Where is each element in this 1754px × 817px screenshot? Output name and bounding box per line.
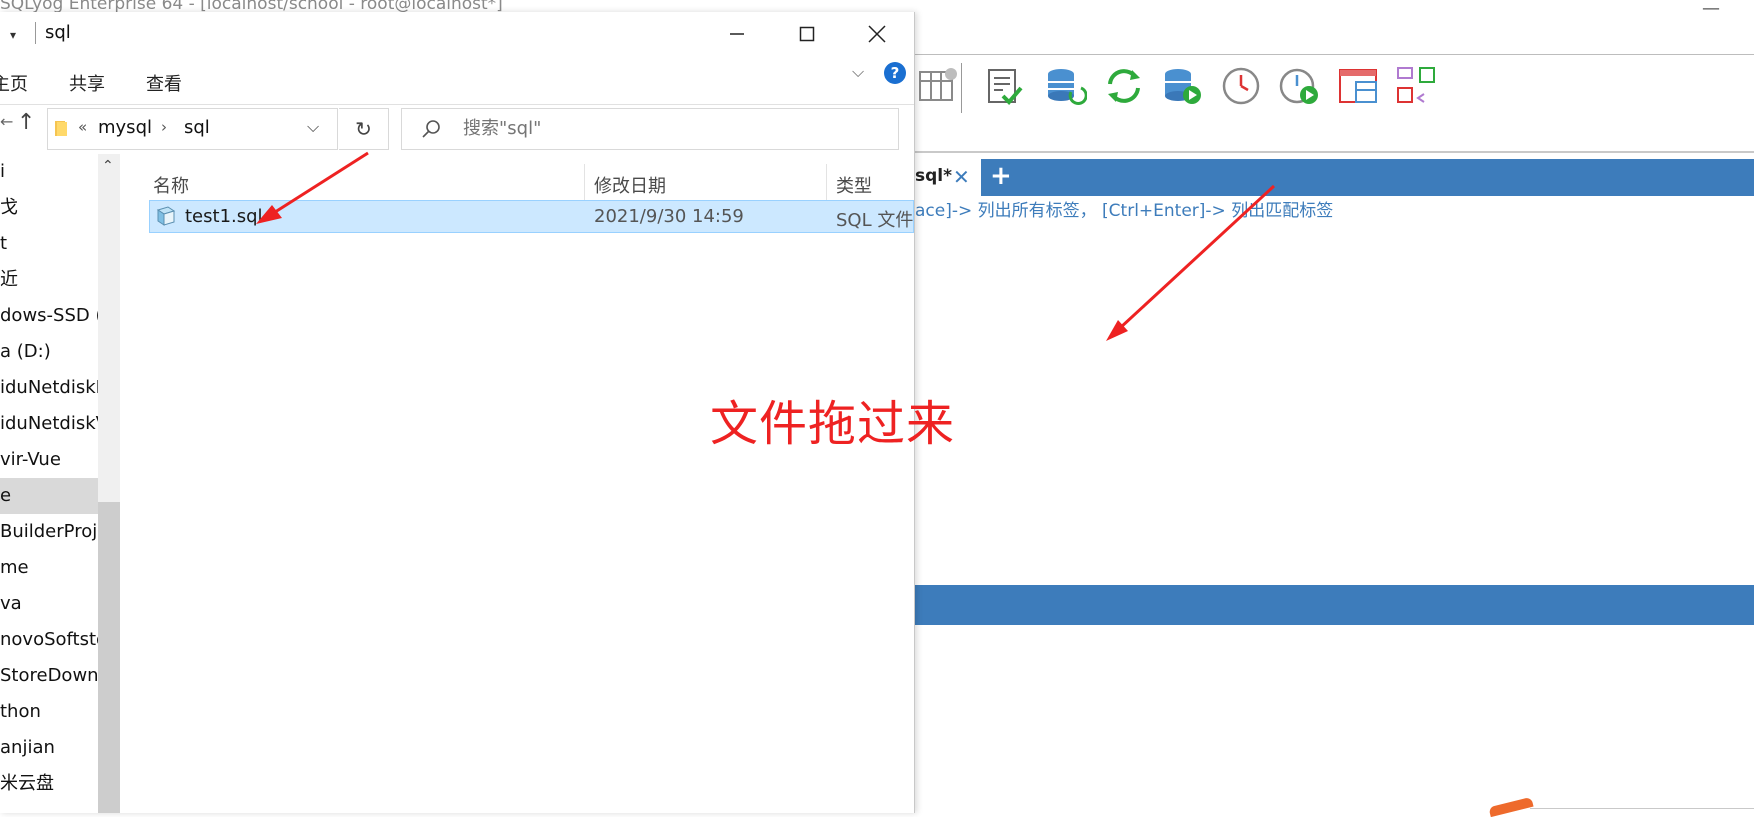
search-input[interactable] xyxy=(461,117,865,140)
quick-access-dropdown-icon[interactable]: ▾ xyxy=(10,28,16,42)
nav-item[interactable]: anjian xyxy=(0,730,98,766)
divider xyxy=(915,151,1754,153)
address-bar[interactable]: « mysql › sql ⌵ xyxy=(47,108,338,150)
toolbar-separator xyxy=(961,63,962,113)
divider xyxy=(35,22,36,44)
nav-item[interactable]: va xyxy=(0,586,98,622)
file-row-selected[interactable] xyxy=(149,200,914,233)
nav-item[interactable]: me xyxy=(0,550,98,586)
nav-item[interactable]: 戈 xyxy=(0,190,98,226)
column-header-name[interactable]: 名称 xyxy=(153,172,189,198)
nav-item[interactable]: thon xyxy=(0,694,98,730)
sqlyog-minimize-button[interactable]: — xyxy=(1702,0,1720,19)
up-arrow-icon[interactable]: ↑ xyxy=(17,110,35,135)
nav-item-selected[interactable]: e xyxy=(0,478,98,514)
nav-item-drive-d[interactable]: a (D:) xyxy=(0,334,98,370)
tab-view[interactable]: 查看 xyxy=(146,70,182,96)
query-tab-bar xyxy=(915,159,1754,196)
navigation-bar: ← ↑ « mysql › sql ⌵ ↻ xyxy=(0,100,914,154)
maximize-button[interactable] xyxy=(772,12,842,56)
clock-icon[interactable] xyxy=(1219,64,1263,108)
breadcrumb-separator-icon[interactable]: › xyxy=(161,118,167,136)
result-tab-bar xyxy=(915,585,1754,625)
db-sync-icon[interactable] xyxy=(1043,64,1087,108)
maximize-icon xyxy=(799,26,815,42)
nav-item[interactable]: novoSoftsto xyxy=(0,622,98,658)
breadcrumb-sql[interactable]: sql xyxy=(184,117,210,138)
path-overflow-icon[interactable]: « xyxy=(78,118,87,136)
tab-share[interactable]: 共享 xyxy=(69,70,105,96)
schedule-icon[interactable] xyxy=(1277,64,1321,108)
sql-file-icon xyxy=(156,206,176,226)
column-divider[interactable] xyxy=(826,164,827,200)
compare-icon[interactable] xyxy=(1394,64,1438,108)
sqlyog-toolbar xyxy=(915,60,1754,122)
tab-close-icon[interactable]: ✕ xyxy=(953,165,970,189)
nav-item[interactable]: iduNetdiskI xyxy=(0,370,98,406)
breadcrumb-mysql[interactable]: mysql xyxy=(98,117,152,138)
nav-item[interactable]: BuilderProje xyxy=(0,514,98,550)
db-add-icon[interactable] xyxy=(1160,64,1204,108)
layout-icon[interactable] xyxy=(1336,64,1380,108)
new-tab-button[interactable]: + xyxy=(990,163,1012,189)
help-icon[interactable]: ? xyxy=(884,62,906,84)
explorer-titlebar[interactable]: ▾ sql xyxy=(0,12,914,56)
nav-item[interactable]: t xyxy=(0,226,98,262)
nav-item[interactable]: i xyxy=(0,154,98,190)
ribbon-expand-chevron-icon[interactable]: ⌵ xyxy=(852,62,864,82)
minimize-button[interactable] xyxy=(702,12,772,56)
nav-item[interactable]: 近 xyxy=(0,262,98,298)
tab-query-label: sql* xyxy=(915,166,953,186)
editor-hint-text: ace]-> 列出所有标签， [Ctrl+Enter]-> 列出匹配标签 xyxy=(915,201,1334,221)
column-header-modified[interactable]: 修改日期 xyxy=(594,172,666,198)
column-header-type[interactable]: 类型 xyxy=(836,172,872,198)
file-modified: 2021/9/30 14:59 xyxy=(594,206,744,227)
scroll-up-icon[interactable]: ⌃ xyxy=(102,158,114,174)
refresh-button[interactable]: ↻ xyxy=(339,108,389,150)
nav-item[interactable]: 米云盘 xyxy=(0,766,98,802)
check-query-icon[interactable] xyxy=(983,64,1027,108)
close-button[interactable] xyxy=(842,12,912,56)
back-arrow-icon[interactable]: ← xyxy=(0,112,13,131)
minimize-icon xyxy=(730,33,744,35)
close-icon xyxy=(868,25,886,43)
refresh-icon[interactable] xyxy=(1102,64,1146,108)
divider xyxy=(915,54,1754,55)
nav-item[interactable]: vir-Vue xyxy=(0,442,98,478)
navigation-pane: i 戈 t 近 dows-SSD ( a (D:) iduNetdiskI id… xyxy=(0,154,98,813)
scrollbar-thumb[interactable] xyxy=(98,502,120,813)
divider xyxy=(1530,808,1754,809)
file-name: test1.sql xyxy=(185,206,263,227)
search-box[interactable] xyxy=(401,108,899,150)
tab-home[interactable]: 主页 xyxy=(0,70,28,96)
nav-scrollbar[interactable]: ⌃ xyxy=(98,154,120,813)
nav-item-windows-ssd[interactable]: dows-SSD ( xyxy=(0,298,98,334)
window-title: sql xyxy=(45,22,71,43)
table-icon[interactable] xyxy=(918,64,962,108)
ribbon-tabs: 主页 共享 查看 xyxy=(0,60,914,105)
file-type: SQL 文件 xyxy=(836,210,914,231)
column-divider[interactable] xyxy=(584,164,585,200)
search-icon xyxy=(422,120,440,138)
folder-icon xyxy=(55,121,67,136)
orange-handle xyxy=(1488,796,1534,817)
nav-item[interactable]: iduNetdiskV xyxy=(0,406,98,442)
nav-item[interactable]: StoreDownl xyxy=(0,658,98,694)
annotation-text: 文件拖过来 xyxy=(710,396,956,452)
address-dropdown-icon[interactable]: ⌵ xyxy=(307,117,319,137)
